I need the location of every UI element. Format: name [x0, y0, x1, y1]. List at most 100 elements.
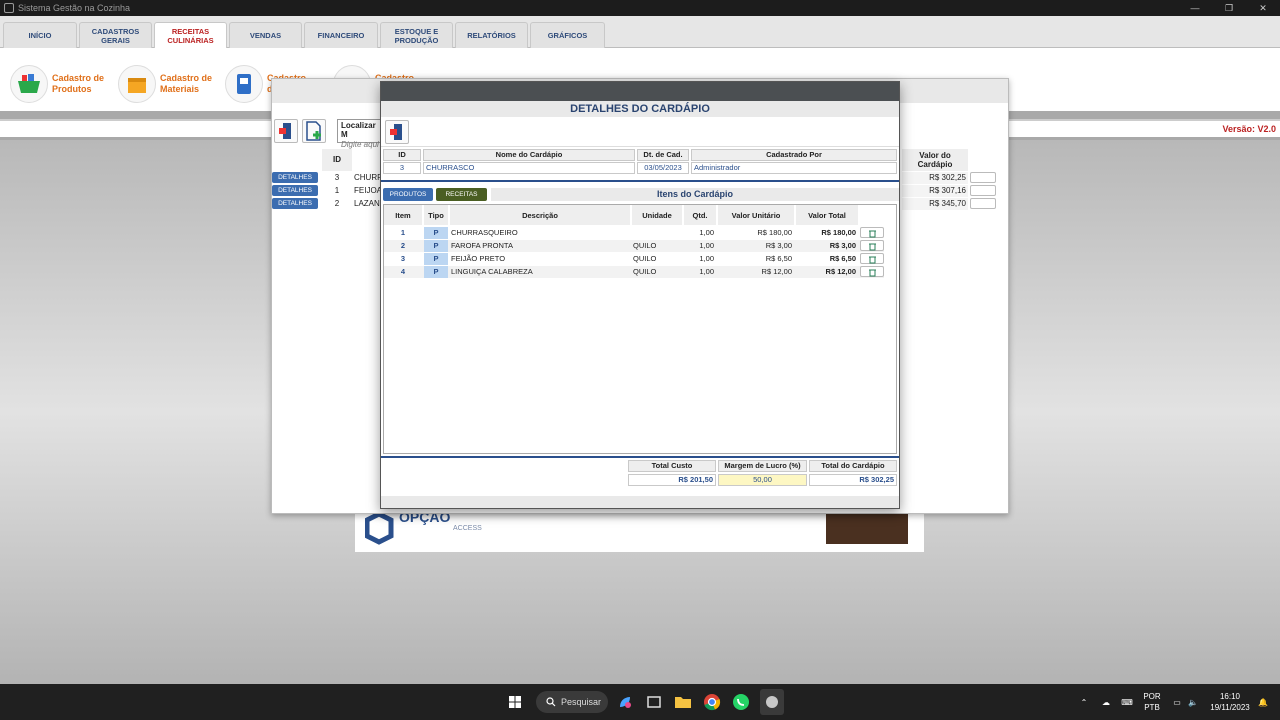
ribbon-label: Cadastro de Materiais	[160, 73, 213, 94]
whatsapp-icon[interactable]	[730, 691, 752, 713]
item-unit: QUILO	[633, 254, 657, 263]
section-divider	[381, 180, 899, 182]
margin-input[interactable]: 50,00	[718, 474, 807, 486]
notification-bell-icon[interactable]: 🔔	[1256, 684, 1270, 720]
total-cardapio-value: R$ 302,25	[809, 474, 897, 486]
table-row: 4 P LINGUIÇA CALABREZA QUILO 1,00 R$ 12,…	[384, 266, 884, 278]
item-tipo: P	[424, 253, 448, 265]
details-button[interactable]: DETALHES	[272, 185, 318, 196]
item-qty: 1,00	[699, 254, 714, 263]
main-tabbar: INÍCIO CADASTROS GERAIS RECEITAS CULINÁR…	[0, 16, 1280, 49]
list-col-value: Valor do Cardápio	[902, 149, 968, 171]
window-title: Sistema Gestão na Cozinha	[18, 3, 131, 13]
tab-cadastros-gerais[interactable]: CADASTROS GERAIS	[79, 22, 152, 48]
col-item: Item	[384, 205, 422, 225]
svg-text:ACCESS: ACCESS	[453, 525, 482, 532]
cadastro-materiais-button[interactable]: Cadastro de Materiais	[118, 64, 215, 104]
list-row-id: 3	[334, 173, 340, 182]
items-table: Item Tipo Descrição Unidade Qtd. Valor U…	[383, 204, 897, 454]
item-unit-value: R$ 6,50	[765, 254, 792, 263]
item-desc: LINGUIÇA CALABREZA	[451, 267, 533, 276]
search-icon	[546, 697, 556, 707]
header-id-value: 3	[383, 162, 421, 174]
language-indicator[interactable]: POR PTB	[1140, 684, 1164, 720]
table-row: 2 P FAROFA PRONTA QUILO 1,00 R$ 3,00 R$ …	[384, 240, 884, 252]
item-unit	[632, 227, 682, 239]
clock-date: 19/11/2023	[1210, 703, 1250, 712]
lang-code: POR	[1143, 692, 1161, 701]
col-descricao: Descrição	[450, 205, 630, 225]
tab-financeiro[interactable]: FINANCEIRO	[304, 22, 378, 48]
windows-start-icon[interactable]	[504, 691, 526, 713]
network-icon[interactable]: ▭	[1170, 684, 1184, 720]
item-number: 2	[400, 241, 406, 250]
onedrive-icon[interactable]: ☁	[1099, 684, 1113, 720]
exit-door-icon[interactable]	[385, 120, 409, 144]
col-valor-unitario: Valor Unitário	[718, 205, 794, 225]
item-desc: FAROFA PRONTA	[451, 241, 513, 250]
list-row-id: 1	[334, 186, 340, 195]
tray-chevron-icon[interactable]: ⌃	[1078, 684, 1090, 720]
section-divider	[381, 456, 899, 458]
taskbar-search[interactable]: Pesquisar	[536, 691, 608, 713]
header-date-label: Dt. de Cad.	[637, 149, 689, 161]
trash-icon[interactable]	[860, 266, 884, 277]
opcao-logo: OPÇÃO ACCESS	[365, 510, 482, 545]
search-label: Localizar M	[341, 121, 376, 139]
items-subtabs: PRODUTOS RECEITAS Itens do Cardápio	[383, 188, 899, 202]
exit-door-icon[interactable]	[274, 119, 298, 143]
close-button[interactable]: ✕	[1246, 0, 1280, 16]
keyboard-icon[interactable]: ⌨	[1120, 684, 1134, 720]
tab-receitas[interactable]: RECEITAS	[436, 188, 487, 201]
add-document-icon[interactable]	[302, 119, 326, 143]
copilot-icon[interactable]	[614, 691, 636, 713]
modal-footer	[381, 496, 899, 508]
tab-receitas-culinarias[interactable]: RECEITAS CULINÁRIAS	[154, 22, 227, 49]
trash-icon[interactable]	[860, 253, 884, 264]
clock-time: 16:10	[1219, 692, 1241, 701]
maximize-button[interactable]: ❐	[1212, 0, 1246, 16]
details-button[interactable]: DETALHES	[272, 198, 318, 209]
col-qtd: Qtd.	[684, 205, 716, 225]
tab-inicio[interactable]: INÍCIO	[3, 22, 77, 48]
trash-icon[interactable]	[970, 172, 996, 183]
chrome-icon[interactable]	[701, 691, 723, 713]
item-desc: FEIJÃO PRETO	[451, 254, 506, 263]
items-title: Itens do Cardápio	[491, 188, 899, 201]
header-by-value: Administrador	[691, 162, 897, 174]
clock[interactable]: 16:10 19/11/2023	[1206, 684, 1254, 720]
item-total: R$ 3,00	[829, 241, 856, 250]
layout-code: PTB	[1144, 703, 1160, 712]
active-app-icon[interactable]	[760, 689, 784, 715]
total-cost-label: Total Custo	[628, 460, 716, 472]
title-bar: Sistema Gestão na Cozinha — ❐ ✕	[0, 0, 1280, 16]
task-view-icon[interactable]	[643, 691, 665, 713]
cadastro-produtos-button[interactable]: Cadastro de Produtos	[10, 64, 107, 104]
item-unit-value: R$ 3,00	[765, 241, 792, 250]
tab-produtos[interactable]: PRODUTOS	[383, 188, 433, 201]
file-explorer-icon[interactable]	[672, 691, 694, 713]
details-button[interactable]: DETALHES	[272, 172, 318, 183]
item-total: R$ 6,50	[829, 254, 856, 263]
header-name-label: Nome do Cardápio	[423, 149, 635, 161]
list-row-id: 2	[334, 199, 340, 208]
item-desc: CHURRASQUEIRO	[451, 228, 518, 237]
item-number: 1	[400, 228, 406, 237]
tab-relatorios[interactable]: RELATÓRIOS	[455, 22, 528, 48]
minimize-button[interactable]: —	[1178, 0, 1212, 16]
col-valor-total: Valor Total	[796, 205, 858, 225]
trash-icon[interactable]	[860, 240, 884, 251]
tab-graficos[interactable]: GRÁFICOS	[530, 22, 605, 48]
tab-estoque-producao[interactable]: ESTOQUE E PRODUÇÃO	[380, 22, 453, 48]
header-by-label: Cadastrado Por	[691, 149, 897, 161]
ribbon-label: Cadastro de Produtos	[52, 73, 105, 94]
tab-vendas[interactable]: VENDAS	[229, 22, 302, 48]
trash-icon[interactable]	[860, 227, 884, 238]
trash-icon[interactable]	[970, 185, 996, 196]
volume-icon[interactable]: 🔈	[1186, 684, 1200, 720]
box-icon	[118, 65, 156, 103]
item-number: 3	[400, 254, 406, 263]
list-row-value: R$ 307,16	[902, 185, 968, 197]
trash-icon[interactable]	[970, 198, 996, 209]
app-area: INÍCIO CADASTROS GERAIS RECEITAS CULINÁR…	[0, 16, 1280, 684]
